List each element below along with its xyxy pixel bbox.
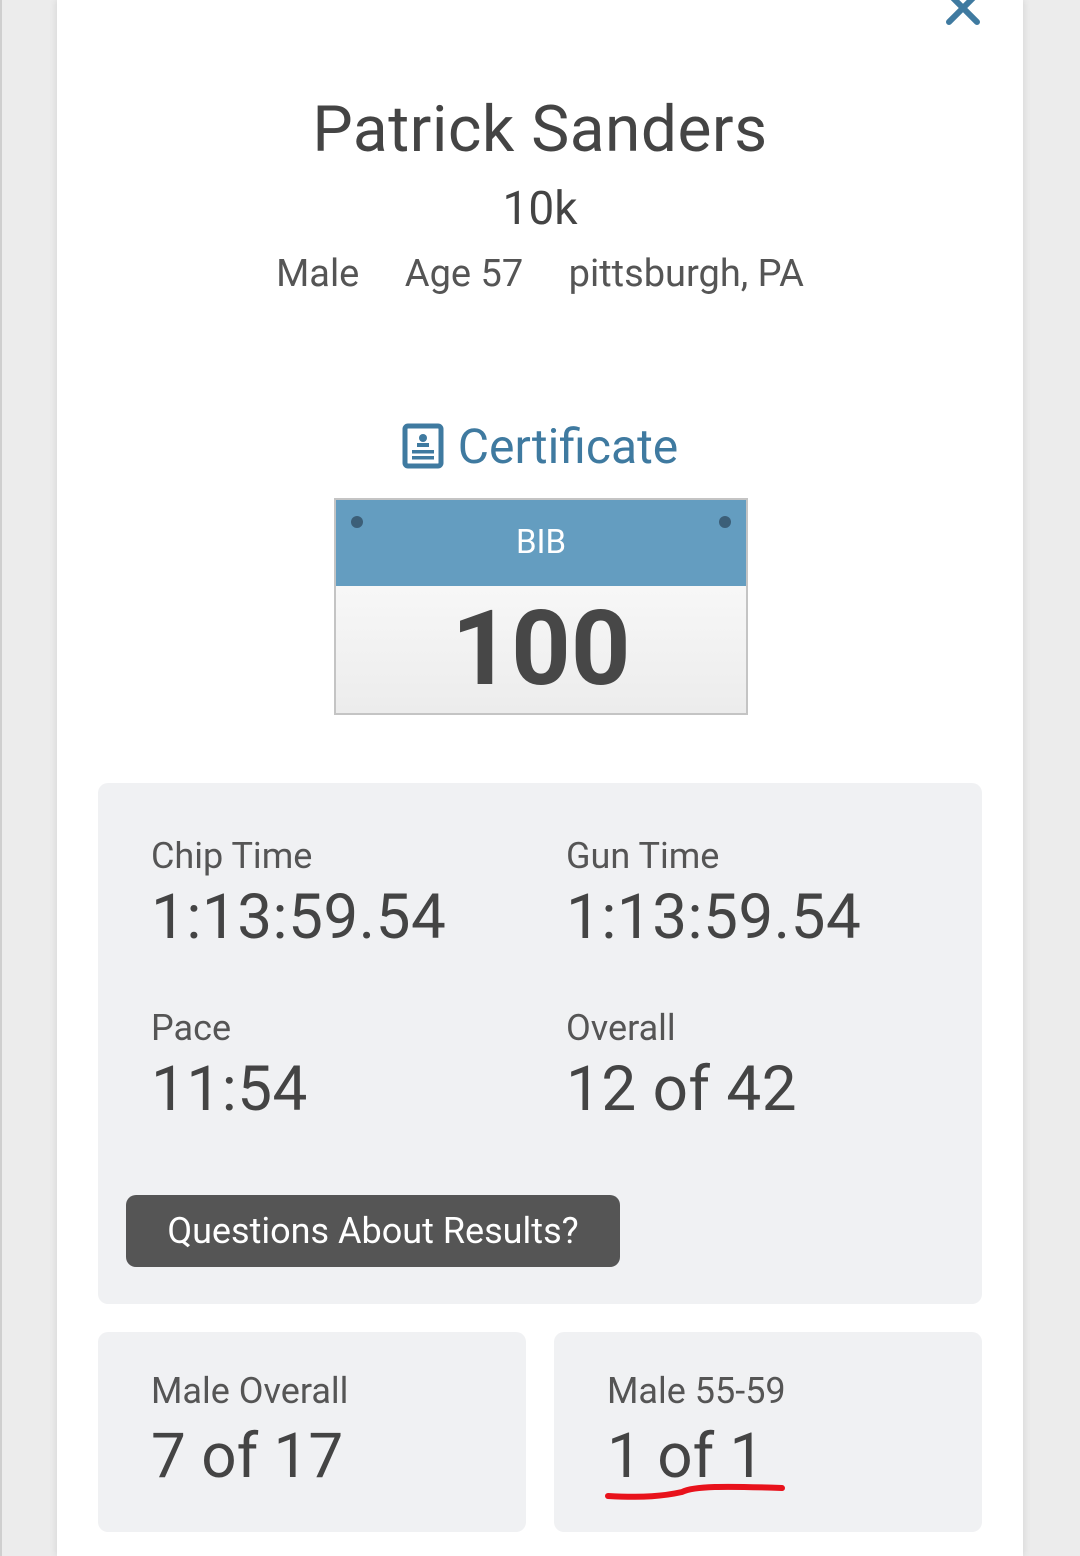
questions-about-results-button[interactable]: Questions About Results? (126, 1195, 620, 1267)
bib-hole-right (719, 516, 731, 528)
participant-meta: Male Age 57 pittsburgh, PA (57, 252, 1023, 296)
gun-time-stat: Gun Time 1:13:59.54 (566, 835, 861, 954)
stats-panel: Chip Time 1:13:59.54 Gun Time 1:13:59.54… (98, 783, 982, 1304)
page: Patrick Sanders 10k Male Age 57 pittsbur… (0, 0, 1080, 1556)
participant-location: pittsburgh, PA (568, 252, 804, 296)
age-group-label: Male 55-59 (607, 1370, 786, 1412)
race-name: 10k (502, 182, 578, 236)
gun-time-label: Gun Time (566, 835, 720, 877)
bib-label: BIB (515, 523, 567, 562)
overall-value: 12 of 42 (566, 1053, 798, 1126)
red-underline-annotation (605, 1483, 785, 1500)
result-card: Patrick Sanders 10k Male Age 57 pittsbur… (57, 0, 1023, 1556)
gender-overall-label: Male Overall (151, 1370, 349, 1412)
gun-time-value: 1:13:59.54 (566, 881, 862, 954)
certificate-label: Certificate (457, 418, 679, 475)
gender-overall-box: Male Overall 7 of 17 (98, 1332, 526, 1532)
left-edge-divider (0, 0, 2, 1556)
pace-stat: Pace 11:54 (151, 1007, 308, 1126)
certificate-icon (402, 423, 444, 469)
close-button[interactable] (943, 0, 983, 28)
chip-time-value: 1:13:59.54 (151, 881, 447, 954)
pace-value: 11:54 (151, 1053, 308, 1126)
bib-hole-left (351, 516, 363, 528)
chip-time-stat: Chip Time 1:13:59.54 (151, 835, 446, 954)
gender-overall-value: 7 of 17 (151, 1420, 344, 1493)
overall-label: Overall (566, 1007, 676, 1049)
participant-gender: Male (276, 252, 360, 296)
pace-label: Pace (151, 1007, 232, 1049)
chip-time-label: Chip Time (151, 835, 313, 877)
certificate-link[interactable]: Certificate (57, 418, 1023, 475)
overall-stat: Overall 12 of 42 (566, 1007, 797, 1126)
close-icon (946, 0, 980, 25)
participant-age: Age 57 (404, 252, 524, 296)
bib-number: 100 (451, 589, 631, 710)
bib-card: BIB 100 (334, 498, 748, 715)
participant-name: Patrick Sanders (312, 92, 768, 167)
bib-header: BIB (336, 500, 746, 586)
